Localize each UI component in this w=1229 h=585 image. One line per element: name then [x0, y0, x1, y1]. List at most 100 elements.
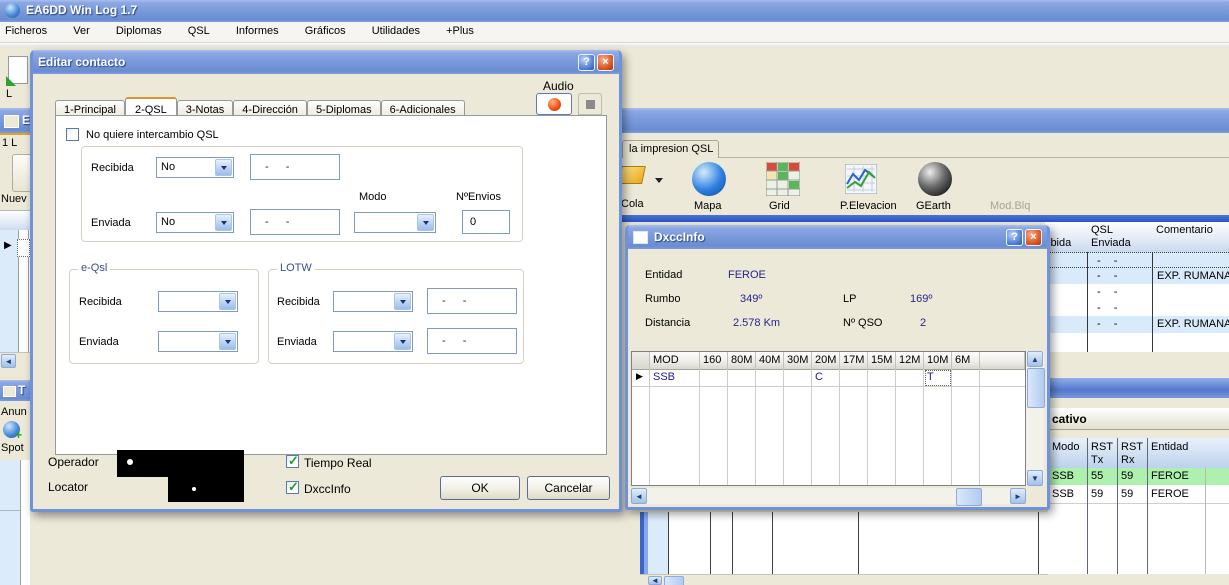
scroll-left-button[interactable]: ◄	[1, 354, 16, 368]
band-col-20m[interactable]: 20M	[812, 352, 840, 369]
qso-col-rst-tx[interactable]: RST Tx	[1091, 441, 1117, 467]
scrollbar-thumb[interactable]	[664, 576, 684, 585]
close-button[interactable]: ×	[1025, 229, 1042, 246]
dxcc-dialog-titlebar[interactable]: DxccInfo ? ×	[628, 225, 1047, 249]
band-col-160[interactable]: 160	[700, 352, 728, 369]
log-row[interactable]: - - EXP. RUMANA	[1045, 316, 1229, 333]
record-button[interactable]	[536, 93, 572, 115]
help-button[interactable]: ?	[578, 54, 595, 71]
cell-6m[interactable]	[952, 369, 980, 387]
band-table-hscrollbar[interactable]: ◄ ►	[631, 488, 1026, 504]
left-grid-hscrollbar[interactable]: ◄	[0, 352, 30, 369]
log-col-recibida[interactable]: ibida	[1048, 237, 1071, 249]
qso-col-modo[interactable]: Modo	[1052, 441, 1080, 453]
lower-grid-hscrollbar[interactable]: ◄	[640, 574, 1048, 585]
scrollbar-thumb[interactable]	[1027, 368, 1045, 408]
scroll-right-button[interactable]: ►	[1010, 488, 1026, 504]
band-col-17m[interactable]: 17M	[840, 352, 868, 369]
cola-dropdown-caret[interactable]	[655, 178, 663, 183]
scroll-up-button[interactable]: ▲	[1027, 351, 1043, 367]
dropdown-button[interactable]	[394, 333, 411, 350]
cancel-button[interactable]: Cancelar	[527, 476, 610, 500]
dropdown-button[interactable]	[417, 214, 434, 231]
log-row[interactable]: - -	[1045, 300, 1229, 316]
cell-12m[interactable]	[896, 369, 924, 387]
log-col-enviada[interactable]: QSL Enviada	[1091, 224, 1149, 250]
help-button[interactable]: ?	[1006, 229, 1023, 246]
menu-item-diplomas[interactable]: Diplomas	[111, 22, 167, 40]
menu-item-utilidades[interactable]: Utilidades	[367, 22, 425, 40]
menu-item-graficos[interactable]: Gráficos	[300, 22, 351, 40]
dropdown-button[interactable]	[219, 293, 236, 310]
gearth-globe-icon[interactable]	[918, 162, 952, 196]
lotw-recibida-fecha-field[interactable]: - -	[427, 288, 517, 314]
log-row[interactable]: - - EXP. RUMANA	[1045, 268, 1229, 284]
stop-button[interactable]	[578, 93, 602, 115]
dropdown-button[interactable]	[215, 159, 232, 176]
qso-col-entidad[interactable]: Entidad	[1151, 441, 1188, 453]
qsl-recibida-fecha-field[interactable]: - -	[250, 154, 340, 180]
scrollbar-thumb[interactable]	[956, 488, 982, 506]
menu-item-ficheros[interactable]: Ficheros	[0, 22, 52, 40]
envios-field[interactable]: 0	[462, 210, 510, 234]
qso-col-rst-rx[interactable]: RST Rx	[1121, 441, 1147, 467]
cell-20m[interactable]: C	[812, 369, 840, 387]
log-row[interactable]: - -	[1045, 284, 1229, 300]
tiempo-real-checkbox[interactable]: ✓	[286, 455, 299, 468]
menu-item-ver[interactable]: Ver	[68, 22, 95, 40]
band-col-30m[interactable]: 30M	[784, 352, 812, 369]
qsl-enviada-combo[interactable]: No	[156, 212, 234, 233]
band-col-6m[interactable]: 6M	[952, 352, 980, 369]
cell-30m[interactable]	[784, 369, 812, 387]
eqsl-enviada-combo[interactable]	[158, 331, 238, 352]
mapa-globe-icon[interactable]	[692, 162, 726, 196]
qso-row[interactable]: SSB 55 59 FEROE	[1048, 468, 1229, 485]
cell-15m[interactable]	[868, 369, 896, 387]
eqsl-recibida-combo[interactable]	[158, 291, 238, 312]
dxccinfo-checkbox[interactable]: ✓	[286, 481, 299, 494]
modo-combo[interactable]	[354, 212, 436, 233]
qso-row[interactable]: SSB 59 59 FEROE	[1048, 485, 1229, 504]
scroll-left-button[interactable]: ◄	[631, 488, 647, 504]
cola-label[interactable]: Cola	[621, 198, 644, 210]
log-row[interactable]: - -	[1045, 252, 1229, 268]
band-col-15m[interactable]: 15M	[868, 352, 896, 369]
elevation-chart-icon[interactable]	[845, 164, 877, 194]
locator-field-redacted[interactable]	[168, 477, 244, 502]
menu-item-informes[interactable]: Informes	[231, 22, 284, 40]
spot-globe-icon[interactable]: +	[3, 421, 20, 438]
qsl-recibida-combo[interactable]: No	[156, 157, 234, 178]
left-grid-selected-cell[interactable]	[17, 239, 30, 257]
menu-item-qsl[interactable]: QSL	[183, 22, 215, 40]
cell-40m[interactable]	[756, 369, 784, 387]
dropdown-button[interactable]	[394, 293, 411, 310]
close-button[interactable]: ×	[597, 54, 614, 71]
gearth-label[interactable]: GEarth	[916, 200, 951, 212]
grid-icon[interactable]	[766, 162, 800, 196]
dropdown-button[interactable]	[215, 214, 232, 231]
scroll-down-button[interactable]: ▼	[1027, 470, 1043, 486]
qsl-print-tab[interactable]: la impresion QSL	[622, 140, 719, 158]
band-col-40m[interactable]: 40M	[756, 352, 784, 369]
no-qsl-checkbox[interactable]	[66, 128, 79, 141]
edit-dialog-titlebar[interactable]: Editar contacto ? ×	[33, 50, 619, 74]
lotw-recibida-combo[interactable]	[333, 291, 413, 312]
menu-item-plus[interactable]: +Plus	[441, 22, 479, 40]
cell-mod[interactable]: SSB	[650, 369, 700, 387]
band-col-mod[interactable]: MOD	[650, 352, 700, 369]
cola-folder-icon[interactable]	[618, 166, 646, 184]
dropdown-button[interactable]	[219, 333, 236, 350]
lotw-enviada-fecha-field[interactable]: - -	[427, 328, 517, 354]
band-table-vscrollbar[interactable]: ▲ ▼	[1026, 351, 1044, 486]
log-page-icon[interactable]	[8, 56, 28, 84]
cell-80m[interactable]	[728, 369, 756, 387]
grid-label[interactable]: Grid	[769, 200, 790, 212]
elevation-label[interactable]: P.Elevacion	[840, 200, 897, 212]
ok-button[interactable]: OK	[440, 476, 520, 500]
cell-10m-selected[interactable]: T	[924, 369, 952, 387]
band-col-80m[interactable]: 80M	[728, 352, 756, 369]
log-col-comentario[interactable]: Comentario	[1156, 224, 1213, 236]
cell-17m[interactable]	[840, 369, 868, 387]
mapa-label[interactable]: Mapa	[694, 200, 722, 212]
qsl-enviada-fecha-field[interactable]: - -	[250, 209, 340, 235]
